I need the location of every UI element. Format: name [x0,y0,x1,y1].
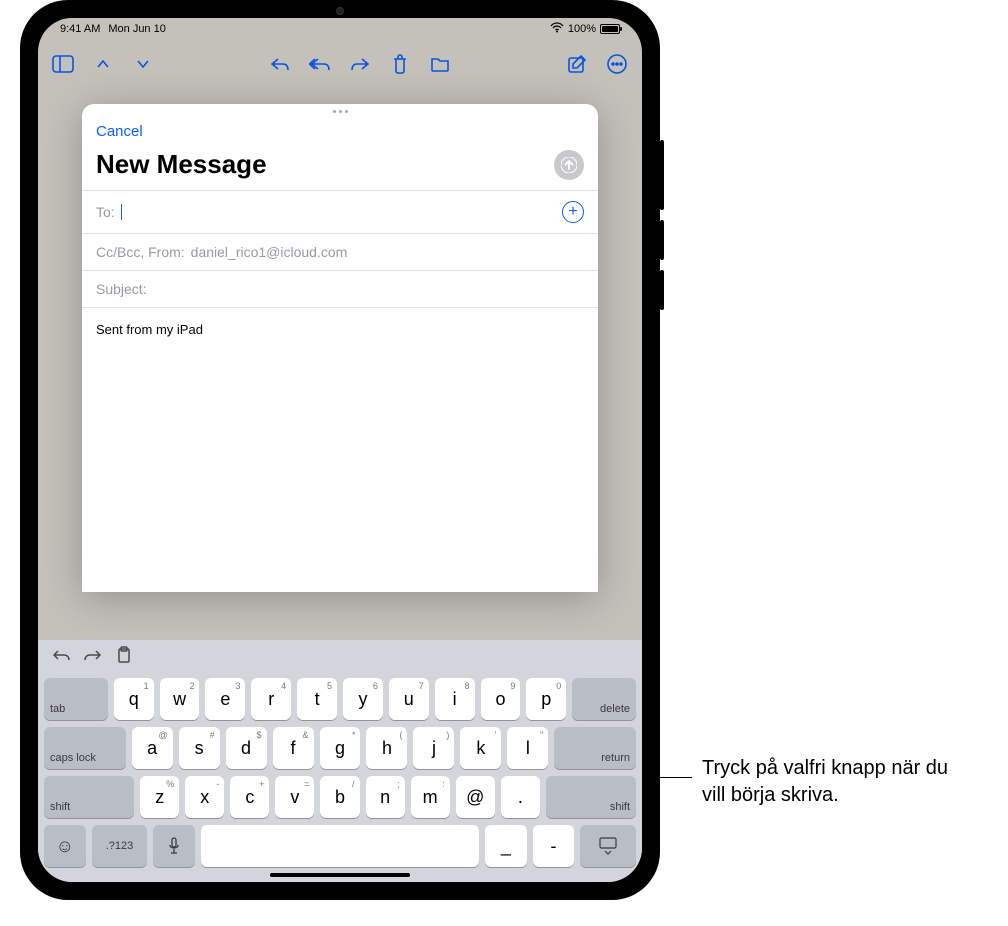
key-underscore[interactable]: _ [485,825,527,867]
callout: Tryck på valfri knapp när du vill börja … [630,755,972,809]
more-icon[interactable] [606,53,628,75]
key-e[interactable]: e3 [205,678,245,720]
key-emoji[interactable]: ☺ [44,825,86,867]
key-shift-right[interactable]: shift [546,776,636,818]
sidebar-toggle-icon[interactable] [52,53,74,75]
key-u[interactable]: u7 [389,678,429,720]
camera-dot [336,7,344,15]
compose-title: New Message [96,149,267,180]
cancel-button[interactable]: Cancel [96,123,143,140]
key-return[interactable]: return [554,727,636,769]
prev-message-icon[interactable] [92,53,114,75]
key-dictation[interactable] [153,825,195,867]
key-v[interactable]: v= [275,776,314,818]
key-d[interactable]: d$ [226,727,267,769]
undo-icon[interactable] [52,648,70,667]
text-cursor [121,204,123,220]
forward-icon[interactable] [349,53,371,75]
signature-text: Sent from my iPad [96,322,584,337]
wifi-icon [550,22,564,36]
key-q[interactable]: q1 [114,678,154,720]
key-dash[interactable]: - [533,825,575,867]
home-indicator[interactable] [270,873,410,877]
reply-icon[interactable] [269,53,291,75]
volume-down-button [660,270,664,310]
next-message-icon[interactable] [132,53,154,75]
status-date: Mon Jun 10 [108,23,165,35]
key-t[interactable]: t5 [297,678,337,720]
reply-all-icon[interactable] [309,53,331,75]
ccbcc-field[interactable]: Cc/Bcc, From: daniel_rico1@icloud.com [82,233,598,270]
message-body[interactable]: Sent from my iPad [82,307,598,592]
key-i[interactable]: i8 [435,678,475,720]
key-c[interactable]: c+ [230,776,269,818]
key-b[interactable]: b/ [320,776,359,818]
key-space[interactable] [201,825,479,867]
key-j[interactable]: j) [413,727,454,769]
trash-icon[interactable] [389,53,411,75]
keyboard-toolbar [38,640,642,674]
key-dismiss-keyboard[interactable] [580,825,636,867]
ccbcc-label: Cc/Bcc, From: [96,244,185,260]
redo-icon[interactable] [84,648,102,667]
battery-icon [600,24,620,34]
subject-label: Subject: [96,281,147,297]
ipad-frame: 9:41 AM Mon Jun 10 100% [20,0,660,900]
key-z[interactable]: z% [140,776,179,818]
key-delete[interactable]: delete [572,678,636,720]
compose-icon[interactable] [566,53,588,75]
callout-text: Tryck på valfri knapp när du vill börja … [692,755,972,809]
from-value: daniel_rico1@icloud.com [191,244,348,260]
key-shift-left[interactable]: shift [44,776,134,818]
key-s[interactable]: s# [179,727,220,769]
status-bar: 9:41 AM Mon Jun 10 100% [38,18,642,40]
key-a[interactable]: a@ [132,727,173,769]
screen: 9:41 AM Mon Jun 10 100% [38,18,642,882]
keyboard: tab q1w2e3r4t5y6u7i8o9p0delete caps lock… [38,640,642,882]
key-p[interactable]: p0 [526,678,566,720]
key-numbers[interactable]: .?123 [92,825,148,867]
subject-field[interactable]: Subject: [82,270,598,307]
add-contact-button[interactable]: + [562,201,584,223]
key-@[interactable]: @ [456,776,495,818]
battery-percent: 100% [568,23,596,35]
key-y[interactable]: y6 [343,678,383,720]
key-g[interactable]: g* [320,727,361,769]
status-time: 9:41 AM [60,23,100,35]
key-k[interactable]: k' [460,727,501,769]
key-capslock[interactable]: caps lock [44,727,126,769]
key-n[interactable]: n; [366,776,405,818]
key-x[interactable]: x- [185,776,224,818]
mail-toolbar [38,44,642,84]
move-folder-icon[interactable] [429,53,451,75]
to-label: To: [96,204,115,220]
send-button[interactable] [554,150,584,180]
key-o[interactable]: o9 [481,678,521,720]
key-f[interactable]: f& [273,727,314,769]
key-r[interactable]: r4 [251,678,291,720]
key-.[interactable]: . [501,776,540,818]
clipboard-icon[interactable] [116,646,132,669]
key-tab[interactable]: tab [44,678,108,720]
key-l[interactable]: l" [507,727,548,769]
compose-sheet: Cancel New Message To: + Cc/Bcc, From: d… [82,104,598,592]
key-w[interactable]: w2 [160,678,200,720]
key-m[interactable]: m: [411,776,450,818]
key-h[interactable]: h( [366,727,407,769]
to-field[interactable]: To: + [82,190,598,233]
volume-up-button [660,220,664,260]
